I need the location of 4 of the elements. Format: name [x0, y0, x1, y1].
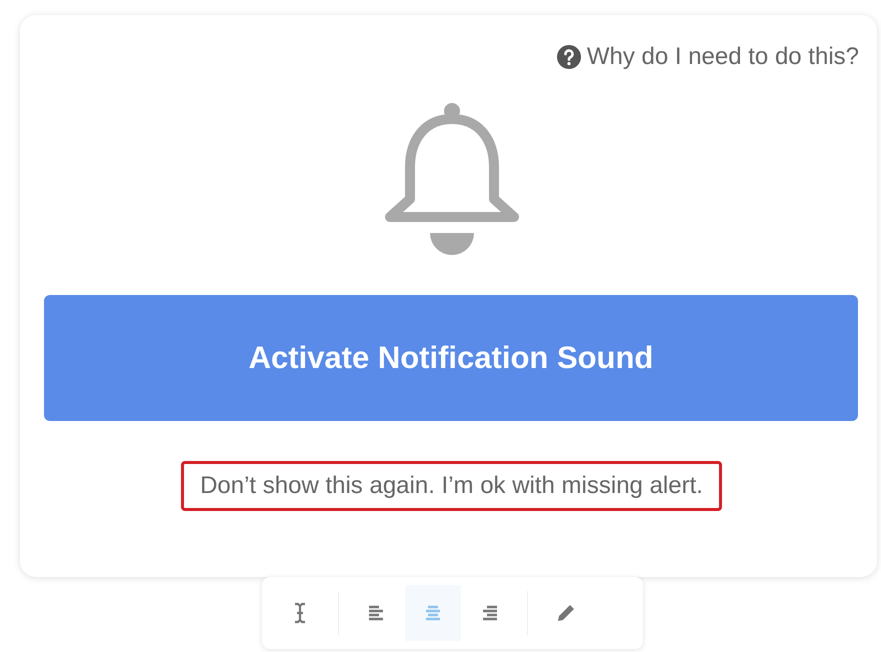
help-icon [556, 45, 581, 69]
help-link[interactable]: Why do I need to do this? [556, 43, 859, 71]
dismiss-link[interactable]: Don’t show this again. I’m ok with missing alert. [181, 461, 722, 511]
activate-sound-button[interactable]: Activate Notification Sound [44, 295, 858, 421]
